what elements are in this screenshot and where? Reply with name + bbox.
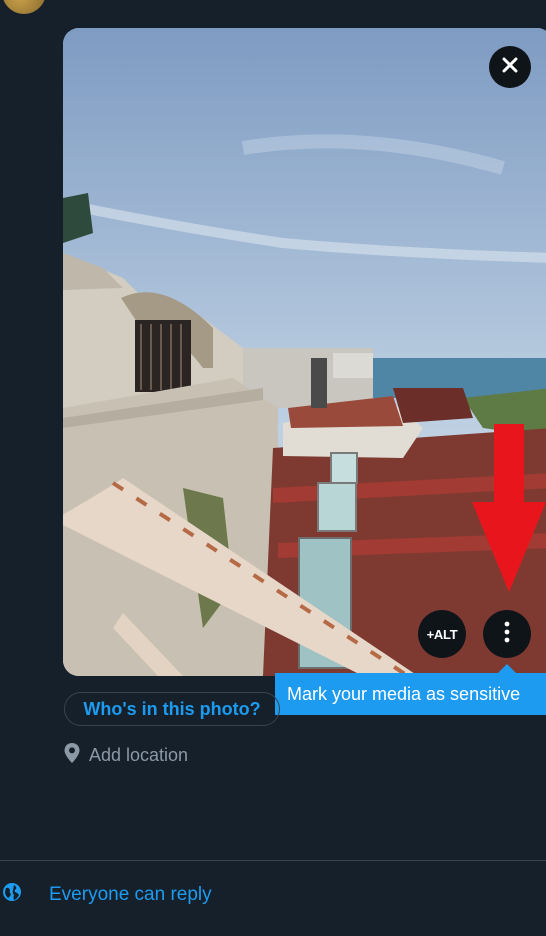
sensitive-media-tooltip: Mark your media as sensitive [275,673,546,715]
red-arrow-annotation [472,424,546,592]
reply-settings-label: Everyone can reply [49,883,212,905]
location-pin-icon [63,742,81,769]
tag-people-label: Who's in this photo? [83,698,261,719]
add-location-label: Add location [89,745,189,765]
reply-settings-button[interactable]: Everyone can reply [0,882,212,907]
globe-icon [2,882,22,907]
avatar [2,0,46,14]
add-location-button[interactable]: Add location [63,742,188,769]
tooltip-caret [498,664,516,673]
remove-media-button[interactable] [489,46,531,88]
add-alt-text-button[interactable]: +ALT [418,610,466,658]
tag-people-button[interactable]: Who's in this photo? [64,692,280,726]
close-icon [501,56,519,79]
divider [0,860,546,861]
media-options-button[interactable] [483,610,531,658]
more-vertical-icon [504,621,510,648]
